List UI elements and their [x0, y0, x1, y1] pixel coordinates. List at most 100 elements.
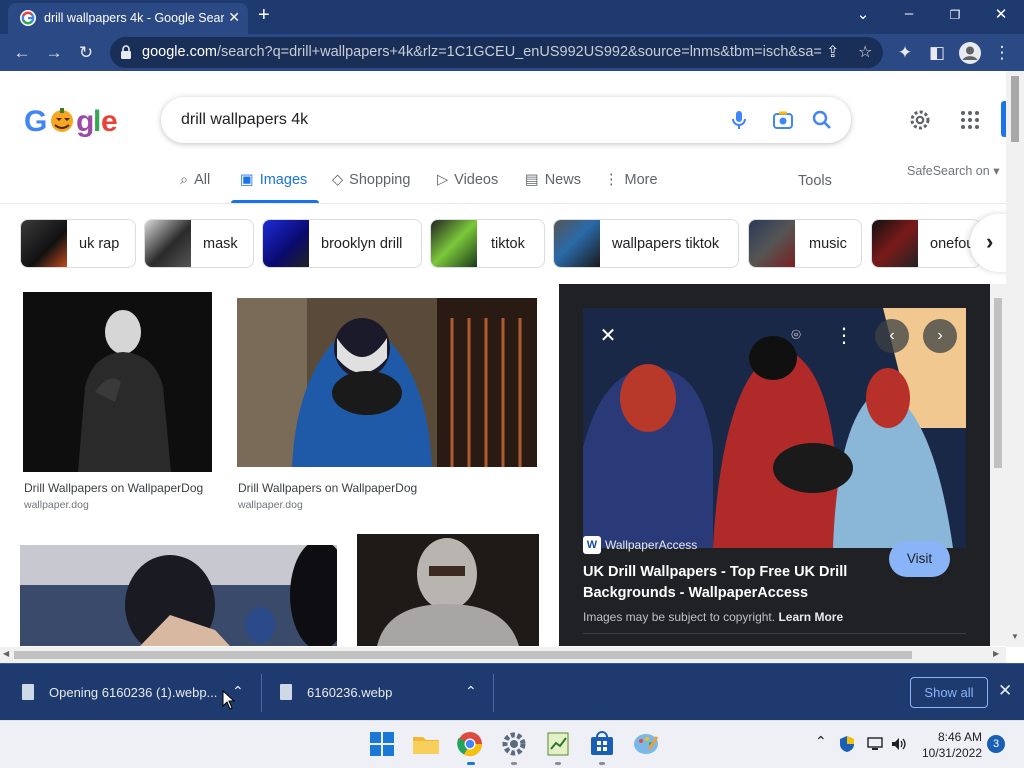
paint-palette-icon[interactable] [631, 729, 661, 759]
more-options-icon[interactable]: ⋮ [827, 319, 861, 353]
image-icon: ▣ [240, 172, 254, 188]
chevron-up-icon[interactable]: ⌃ [465, 683, 477, 700]
google-doodle-logo[interactable]: G g l e [24, 101, 118, 149]
chip-mask[interactable]: mask [144, 219, 254, 268]
network-icon[interactable] [866, 735, 884, 753]
tag-icon: ◇ [332, 172, 344, 188]
security-shield-icon[interactable] [838, 735, 856, 753]
google-lens-camera-icon[interactable] [771, 108, 795, 132]
file-icon [280, 684, 292, 700]
drill-group-bandana-image [583, 308, 966, 548]
svg-text:G: G [24, 105, 46, 138]
download-item[interactable]: Opening 6160236 (1).webp... ⌃ [0, 664, 260, 721]
next-image-icon[interactable]: › [923, 319, 957, 353]
chip-tiktok[interactable]: tiktok [430, 219, 545, 268]
chip-onefour[interactable]: onefou [871, 219, 981, 268]
tab-close-icon[interactable]: ✕ [228, 9, 240, 26]
voice-search-mic-icon[interactable] [727, 108, 751, 132]
tools-button[interactable]: Tools [798, 173, 832, 189]
scroll-down-arrow-icon[interactable]: ▼ [1011, 632, 1019, 641]
preview-title[interactable]: UK Drill Wallpapers - Top Free UK Drill … [583, 562, 863, 604]
chip-uk-rap[interactable]: uk rap [20, 219, 136, 268]
chip-music[interactable]: music [748, 219, 862, 268]
minimize-icon[interactable]: – [894, 5, 924, 22]
tab-all[interactable]: ⌕ All [180, 172, 210, 202]
file-icon [22, 684, 34, 700]
chrome-menu-icon[interactable]: ⋮ [991, 42, 1013, 64]
new-tab-icon[interactable]: + [258, 4, 270, 27]
notification-count-badge[interactable]: 3 [987, 735, 1005, 753]
result-image-1[interactable] [23, 292, 212, 472]
tab-more[interactable]: ⋮ More [604, 172, 658, 202]
result-image-3[interactable] [20, 545, 337, 646]
tab-videos[interactable]: ▷ Videos [437, 172, 498, 202]
bookmark-star-icon[interactable]: ☆ [858, 42, 872, 62]
close-download-bar-icon[interactable]: ✕ [998, 681, 1012, 701]
notepad-chart-icon[interactable] [543, 729, 573, 759]
result-title[interactable]: Drill Wallpapers on WallpaperDog [238, 481, 417, 495]
search-query-text[interactable]: drill wallpapers 4k [181, 111, 308, 129]
tab-images[interactable]: ▣ Images [240, 172, 307, 202]
preview-scrollbar[interactable] [990, 284, 1006, 646]
download-shelf: Opening 6160236 (1).webp... ⌃ 6160236.we… [0, 663, 1024, 720]
tab-shopping[interactable]: ◇ Shopping [332, 172, 410, 202]
masked-figure-image [23, 292, 212, 472]
clock-date: 10/31/2022 [921, 746, 982, 760]
restore-icon[interactable]: ❐ [940, 8, 970, 22]
previous-image-icon[interactable]: ‹ [875, 319, 909, 353]
download-item[interactable]: 6160236.webp ⌃ [262, 664, 492, 721]
system-clock[interactable]: 8:46 AM 10/31/2022 [920, 729, 982, 761]
settings-gear-taskbar-icon[interactable] [499, 729, 529, 759]
more-dots-icon: ⋮ [604, 172, 619, 188]
forward-arrow-icon[interactable]: → [43, 42, 65, 64]
clock-time: 8:46 AM [937, 730, 982, 744]
share-icon[interactable]: ⇪ [826, 42, 839, 62]
wallpaperaccess-favicon-icon: W [583, 536, 601, 554]
tray-overflow-chevron-icon[interactable]: ⌃ [815, 733, 827, 750]
show-all-downloads-button[interactable]: Show all [910, 677, 988, 708]
windows-start-icon[interactable] [367, 729, 397, 759]
active-app-indicator [467, 762, 475, 765]
chip-thumbnail [21, 220, 67, 267]
result-image-4[interactable] [357, 534, 539, 646]
close-preview-icon[interactable]: ✕ [591, 319, 625, 353]
store-icon[interactable] [587, 729, 617, 759]
preview-site-name[interactable]: WallpaperAccess [605, 538, 697, 552]
safesearch-toggle[interactable]: SafeSearch on ▾ [907, 163, 999, 178]
volume-speaker-icon[interactable] [890, 735, 908, 753]
running-app-indicator [555, 762, 561, 765]
scrollbar-thumb[interactable] [994, 298, 1002, 468]
svg-text:l: l [93, 105, 100, 138]
chip-wallpapers-tiktok[interactable]: wallpapers tiktok [553, 219, 739, 268]
browser-tab-active[interactable]: drill wallpapers 4k - Google Search ✕ [8, 3, 248, 34]
tab-news[interactable]: ▤ News [525, 172, 581, 202]
address-bar[interactable]: google.com/search?q=drill+wallpapers+4k&… [110, 37, 883, 68]
play-icon: ▷ [437, 172, 449, 188]
profile-avatar-icon[interactable] [959, 42, 981, 64]
google-apps-grid-icon[interactable] [958, 108, 982, 132]
result-title[interactable]: Drill Wallpapers on WallpaperDog [24, 481, 203, 495]
extensions-puzzle-icon[interactable]: ✦ [894, 42, 916, 64]
side-panel-icon[interactable]: ◧ [926, 42, 948, 64]
file-explorer-icon[interactable] [411, 729, 441, 759]
page-vertical-scrollbar[interactable]: ▼ [1006, 71, 1024, 647]
reload-icon[interactable]: ↻ [75, 42, 97, 64]
search-magnifier-icon[interactable] [810, 108, 834, 132]
scroll-left-arrow-icon[interactable]: ◀ [3, 649, 9, 658]
page-horizontal-scrollbar[interactable]: ◀ ▶ [0, 647, 1006, 663]
scrollbar-thumb[interactable] [14, 651, 912, 659]
scroll-right-arrow-icon[interactable]: ▶ [993, 649, 999, 658]
close-window-icon[interactable]: ✕ [986, 5, 1016, 23]
back-arrow-icon[interactable]: ← [11, 42, 33, 64]
lens-search-icon[interactable]: ⌾ [779, 319, 813, 353]
scrollbar-thumb[interactable] [1011, 76, 1019, 142]
learn-more-link[interactable]: Learn More [778, 610, 843, 624]
visit-button[interactable]: Visit [889, 541, 950, 577]
settings-gear-icon[interactable] [908, 108, 932, 132]
preview-image[interactable] [583, 308, 966, 548]
tab-search-chevron-icon[interactable]: ⌄ [848, 5, 878, 23]
chip-brooklyn-drill[interactable]: brooklyn drill [262, 219, 422, 268]
search-box[interactable]: drill wallpapers 4k [161, 97, 851, 143]
chrome-icon[interactable] [455, 729, 485, 759]
result-image-2[interactable] [237, 298, 537, 467]
